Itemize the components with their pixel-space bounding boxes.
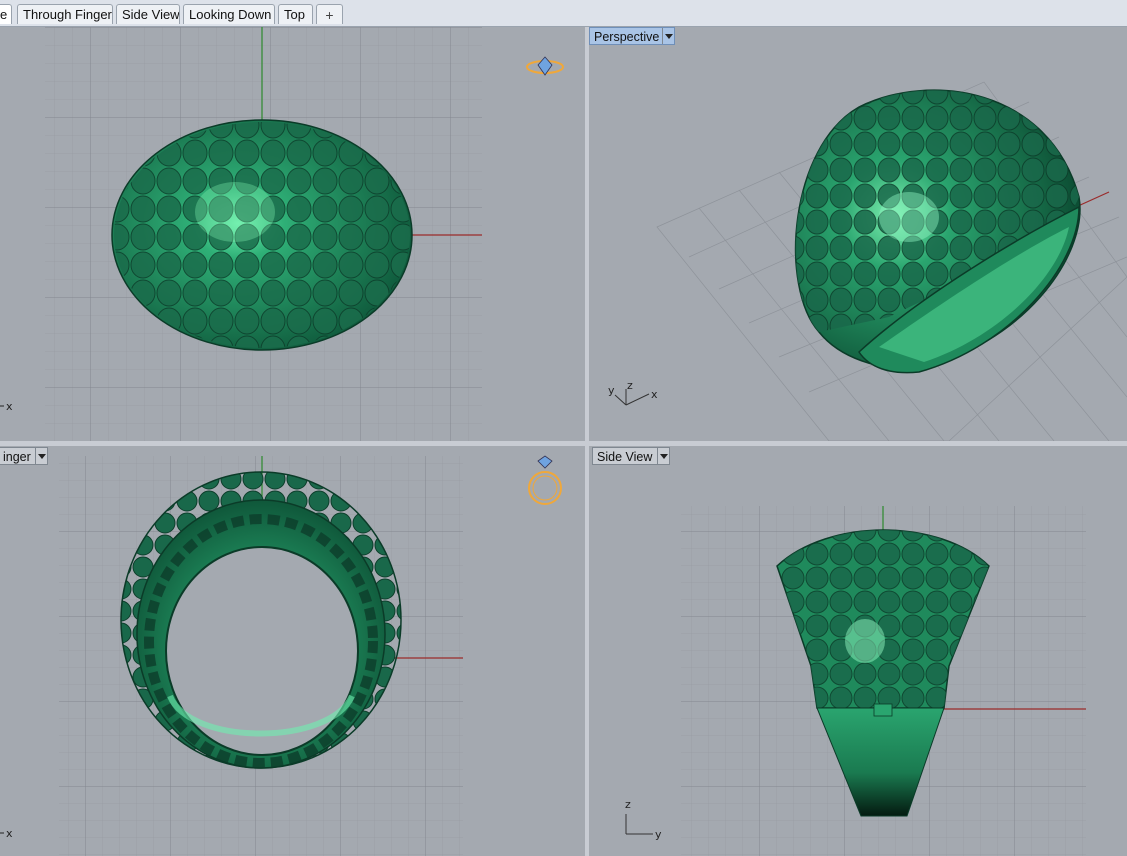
add-tab-button[interactable]: +: [316, 4, 343, 24]
tab-top[interactable]: Top: [278, 4, 313, 24]
axis-y-label: y: [655, 828, 662, 841]
axis-y-label: y: [608, 384, 615, 397]
tab-through-finger[interactable]: Through Finger: [17, 4, 113, 24]
ring-orientation-icon: [528, 455, 562, 505]
chevron-down-icon[interactable]: [662, 28, 674, 44]
axis-x-label: x: [651, 388, 658, 401]
axis-gizmo: z y: [625, 798, 662, 841]
viewport-tab-bar: e Through Finger Side View Looking Down …: [0, 0, 1127, 27]
viewport-title-label: inger: [3, 450, 31, 464]
viewport-perspective[interactable]: z x y Perspective: [589, 27, 1127, 441]
plus-icon: +: [325, 7, 334, 23]
ring-orientation-icon: [526, 56, 564, 76]
viewport-side-view-canvas: z y: [625, 506, 1086, 856]
viewport-top-left-canvas: x: [0, 27, 564, 441]
tab-e[interactable]: e: [0, 4, 12, 24]
viewport-perspective-canvas: z x y: [608, 81, 1127, 441]
viewport-title-perspective[interactable]: Perspective: [589, 27, 675, 45]
axis-z-label: z: [627, 379, 633, 392]
tab-side-view[interactable]: Side View: [116, 4, 180, 24]
viewport-title-side-view[interactable]: Side View: [592, 447, 670, 465]
axis-z-label: z: [625, 798, 631, 811]
viewport-title-through-finger[interactable]: inger: [0, 447, 48, 465]
tab-looking-down[interactable]: Looking Down: [183, 4, 275, 24]
chevron-down-icon[interactable]: [657, 448, 669, 464]
viewport-title-label: Perspective: [594, 30, 660, 44]
viewport-top-left[interactable]: x: [0, 27, 585, 441]
axis-x-label: x: [6, 827, 13, 840]
chevron-down-icon[interactable]: [35, 448, 47, 464]
viewport-title-label: Side View: [597, 450, 653, 464]
viewport-through-finger-canvas: x: [0, 455, 562, 856]
viewport-side-view[interactable]: z y Side View: [589, 446, 1127, 856]
axis-x-label: x: [6, 400, 13, 413]
viewport-through-finger[interactable]: x inger: [0, 446, 585, 856]
axis-gizmo: z x y: [608, 379, 658, 406]
